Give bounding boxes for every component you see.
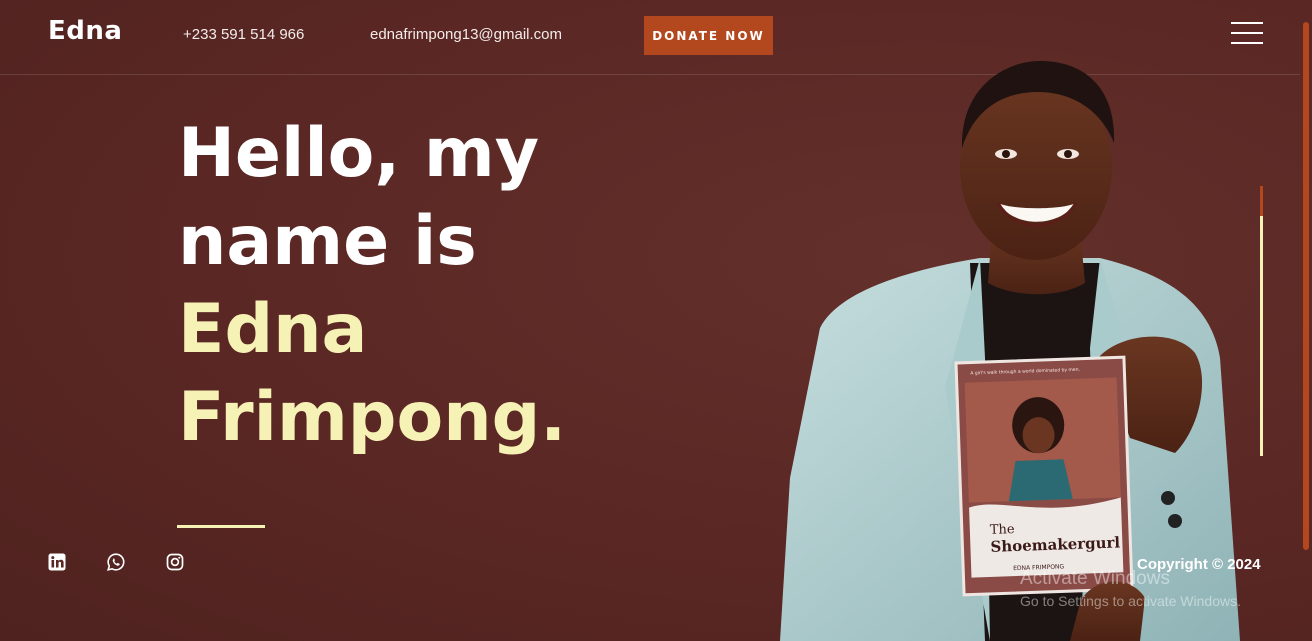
hero-heading: Hello, my name is Edna Frimpong. <box>178 110 738 462</box>
whatsapp-icon[interactable] <box>106 552 126 572</box>
hero-first-name: Edna <box>178 290 368 369</box>
sleeve-button <box>1168 514 1182 528</box>
instagram-icon[interactable] <box>165 552 185 572</box>
scroll-indicator-thumb[interactable] <box>1260 186 1263 216</box>
menu-bar <box>1231 32 1263 34</box>
book-cover: The Shoemakergurl EDNA FRIMPONG A girl's… <box>954 355 1134 597</box>
email-address[interactable]: ednafrimpong13@gmail.com <box>370 26 562 43</box>
activate-windows-subtitle: Go to Settings to activate Windows. <box>1020 593 1241 609</box>
whatsapp-glyph <box>107 553 125 571</box>
linkedin-glyph <box>48 553 66 571</box>
window-scrollbar[interactable] <box>1303 22 1309 550</box>
page-scroll-indicator[interactable] <box>1260 186 1263 456</box>
phone-number[interactable]: +233 591 514 966 <box>183 26 304 43</box>
donate-button[interactable]: DONATE NOW <box>644 16 773 55</box>
instagram-glyph <box>166 553 184 571</box>
site-logo[interactable]: Edna <box>48 16 122 46</box>
portrait-illustration: The Shoemakergurl EDNA FRIMPONG A girl's… <box>780 60 1240 641</box>
right-pupil <box>1064 150 1072 158</box>
hero-line-greeting: Hello, my <box>178 114 540 193</box>
left-pupil <box>1002 150 1010 158</box>
hero-divider <box>177 525 265 528</box>
activate-windows-title: Activate Windows <box>1020 568 1170 589</box>
menu-bar <box>1231 22 1263 24</box>
sleeve-button <box>1161 491 1175 505</box>
menu-bar <box>1231 42 1263 44</box>
linkedin-icon[interactable] <box>47 552 67 572</box>
book-title-line1: The <box>990 522 1016 538</box>
hero-line-intro: name is <box>178 202 477 281</box>
hero-last-name: Frimpong. <box>178 378 567 457</box>
hamburger-menu-icon[interactable] <box>1229 22 1265 46</box>
